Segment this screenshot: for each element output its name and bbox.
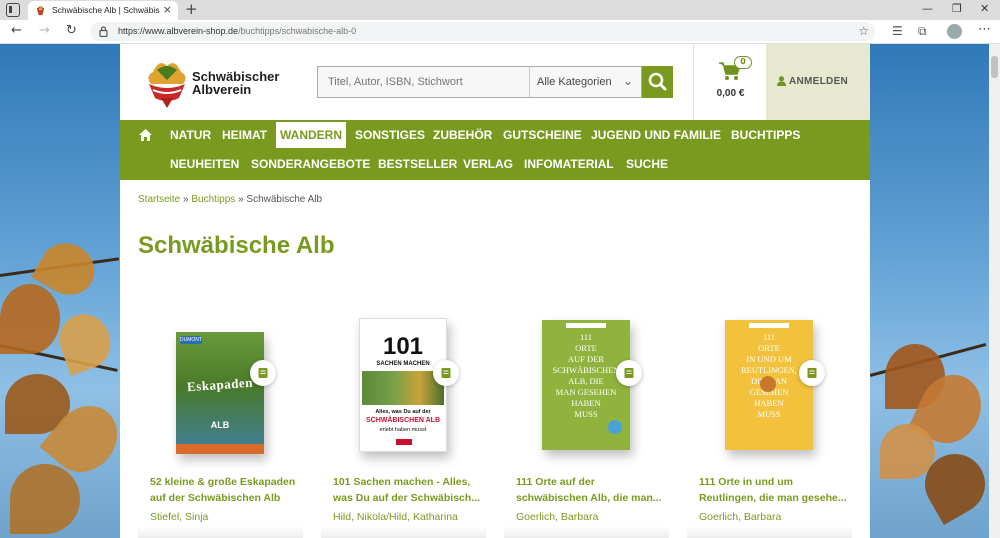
product-title[interactable]: 101 Sachen machen - Alles, was Du auf der… [333, 474, 483, 506]
url-field[interactable]: https://www.albverein-shop.de/buchtipps/… [90, 22, 875, 41]
product-cover-image[interactable]: 101 SACHEN MACHEN Alles, was Du auf der … [359, 318, 447, 452]
product-cover-image[interactable]: DUMONT Eskapaden ALB [176, 332, 264, 454]
book-details-button[interactable] [616, 360, 642, 386]
breadcrumb: Startseite » Buchtipps » Schwäbische Alb [138, 194, 322, 205]
site-logo[interactable]: Schwäbischer Albverein [145, 58, 279, 110]
site-container: Schwäbischer Albverein Alle Kategorien ⌄… [120, 44, 870, 538]
browser-tab-bar: Schwäbische Alb | Schwäbischer A × + — ❐… [0, 0, 1000, 20]
nav-item-neuheiten[interactable]: NEUHEITEN [166, 151, 243, 177]
close-window-icon[interactable]: ✕ [980, 2, 989, 15]
breadcrumb-home-link[interactable]: Startseite [138, 194, 180, 205]
albverein-logo-icon [148, 63, 186, 108]
category-select[interactable]: Alle Kategorien ⌄ [529, 66, 642, 98]
chevron-down-icon: ⌄ [622, 74, 633, 88]
nav-item-jugend-und-familie[interactable]: JUGEND UND FAMILIE [587, 122, 725, 148]
login-button[interactable]: ANMELDEN [766, 44, 870, 120]
nav-item-bestseller[interactable]: BESTSELLER [374, 151, 461, 177]
product-cover-image[interactable]: 111 ORTE AUF DER SCHWÄBISCHEN ALB, DIE M… [542, 320, 630, 450]
address-bar: ← → ↻ https://www.albverein-shop.de/buch… [0, 20, 1000, 44]
scrollbar-thumb[interactable] [991, 56, 998, 78]
product-author[interactable]: Stiefel, Sinja [150, 511, 208, 523]
nav-item-heimat[interactable]: HEIMAT [218, 122, 271, 148]
cart-count-badge: 0 [734, 56, 752, 69]
book-icon [258, 368, 268, 378]
nav-item-verlag[interactable]: VERLAG [459, 151, 517, 177]
book-icon [807, 368, 817, 378]
nav-item-wandern[interactable]: WANDERN [276, 122, 346, 148]
nav-item-buchtipps[interactable]: BUCHTIPPS [727, 122, 804, 148]
tab-title: Schwäbische Alb | Schwäbischer A [52, 5, 160, 15]
back-icon[interactable]: ← [11, 23, 22, 38]
user-icon [777, 76, 786, 86]
url-text: https://www.albverein-shop.de/buchtipps/… [118, 26, 357, 36]
nav-item-zubehoer[interactable]: ZUBEHÖR [429, 122, 496, 148]
cover-line3: erlebt haben musst [379, 427, 427, 433]
category-select-value: Alle Kategorien [537, 76, 612, 88]
product-author[interactable]: Goerlich, Barbara [699, 511, 781, 523]
book-details-button[interactable] [250, 360, 276, 386]
forward-icon[interactable]: → [39, 23, 50, 38]
nav-item-suche[interactable]: SUCHE [622, 151, 672, 177]
cart-button[interactable]: 0 0,00 € [693, 44, 766, 120]
favorite-star-icon[interactable]: ☆ [858, 24, 869, 38]
search-icon [648, 72, 667, 91]
page-scrollbar[interactable] [989, 44, 1000, 538]
cover-line1: Alles, was Du auf der [375, 409, 431, 415]
breadcrumb-parent-link[interactable]: Buchtipps [191, 194, 235, 205]
product-title[interactable]: 111 Orte auf der schwäbischen Alb, die ma… [516, 474, 666, 506]
browser-tab[interactable]: Schwäbische Alb | Schwäbischer A × [28, 1, 178, 20]
product-cover-image[interactable]: 111 ORTE IN UND UM REUTLINGEN, DIE MAN G… [725, 320, 813, 450]
more-menu-icon[interactable]: ⋯ [978, 22, 991, 37]
cover-sub-text: ALB [210, 420, 230, 430]
cover-line2: SCHWÄBISCHEN ALB [365, 417, 441, 424]
nav-item-gutscheine[interactable]: GUTSCHEINE [499, 122, 586, 148]
close-tab-icon[interactable]: × [163, 3, 172, 16]
favorites-icon[interactable]: ☰ [892, 24, 903, 38]
login-label: ANMELDEN [789, 76, 849, 87]
favicon-icon [36, 5, 45, 16]
lock-icon [99, 26, 108, 37]
new-tab-icon[interactable]: + [185, 0, 198, 18]
breadcrumb-separator: » [183, 194, 189, 205]
product-title[interactable]: 111 Orte in und um Reutlingen, die man ge… [699, 474, 849, 506]
page-title: Schwäbische Alb [138, 232, 335, 259]
cart-total: 0,00 € [716, 88, 745, 99]
book-details-button[interactable] [433, 360, 459, 386]
main-navigation: NATUR HEIMAT WANDERN SONSTIGES ZUBEHÖR G… [120, 120, 870, 180]
logo-text: Schwäbischer Albverein [192, 69, 280, 97]
product-card[interactable]: 111 ORTE IN UND UM REUTLINGEN, DIE MAN G… [687, 314, 852, 538]
collections-icon[interactable]: ⧉ [918, 24, 927, 39]
nav-item-natur[interactable]: NATUR [166, 122, 215, 148]
profile-avatar[interactable] [947, 24, 962, 39]
tab-actions-icon[interactable] [6, 3, 20, 17]
home-icon[interactable] [138, 128, 153, 142]
search-button[interactable] [642, 66, 673, 98]
nav-item-infomaterial[interactable]: INFOMATERIAL [520, 151, 618, 177]
cover-brand: DUMONT [180, 336, 202, 344]
maximize-icon[interactable]: ❐ [952, 2, 962, 15]
product-card[interactable]: 101 SACHEN MACHEN Alles, was Du auf der … [321, 314, 486, 538]
nav-item-sonstiges[interactable]: SONSTIGES [351, 122, 429, 148]
breadcrumb-separator: » [238, 194, 244, 205]
product-card[interactable]: 111 ORTE AUF DER SCHWÄBISCHEN ALB, DIE M… [504, 314, 669, 538]
site-header: Schwäbischer Albverein Alle Kategorien ⌄… [120, 44, 870, 120]
reload-icon[interactable]: ↻ [66, 23, 77, 38]
cover-number: 101 [382, 333, 424, 360]
minimize-icon[interactable]: — [922, 2, 933, 15]
breadcrumb-current: Schwäbische Alb [246, 194, 323, 205]
book-icon [624, 368, 634, 378]
product-author[interactable]: Hild, Nikola/Hild, Katharina [333, 511, 458, 523]
product-author[interactable]: Goerlich, Barbara [516, 511, 598, 523]
nav-item-sonderangebote[interactable]: SONDERANGEBOTE [247, 151, 374, 177]
search-input[interactable] [317, 66, 530, 98]
book-icon [441, 368, 451, 378]
book-details-button[interactable] [799, 360, 825, 386]
product-title[interactable]: 52 kleine & große Eskapaden auf der Schwä… [150, 474, 300, 506]
product-card[interactable]: DUMONT Eskapaden ALB 52 kleine & große E… [138, 314, 303, 538]
cover-sub-text: SACHEN MACHEN [376, 361, 430, 367]
